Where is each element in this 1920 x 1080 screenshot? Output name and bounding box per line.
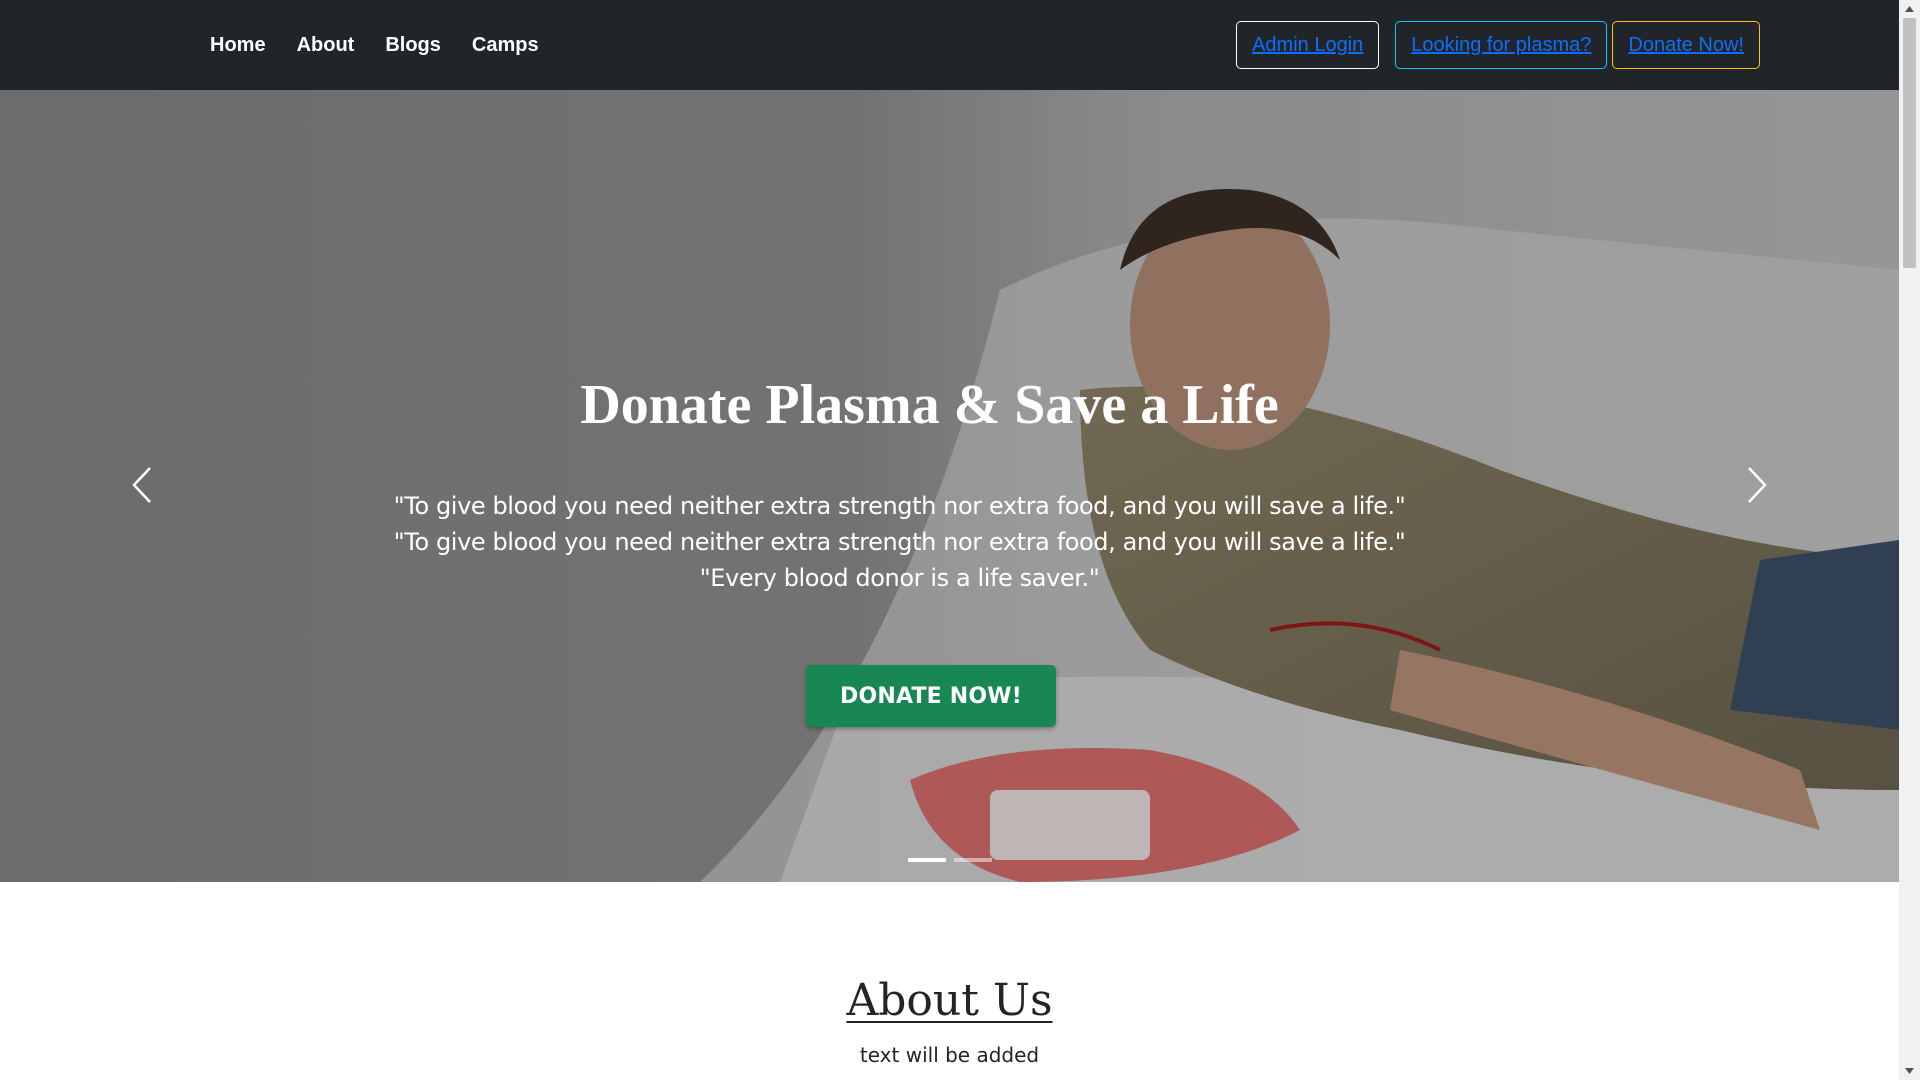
donate-now-nav-button[interactable]: Donate Now! bbox=[1612, 21, 1760, 69]
admin-login-button[interactable]: Admin Login bbox=[1236, 21, 1380, 69]
carousel-prev-button[interactable] bbox=[122, 460, 162, 510]
hero-quote: "Every blood donor is a life saver." bbox=[699, 564, 1100, 592]
vertical-scrollbar[interactable] bbox=[1899, 0, 1920, 1080]
scrollbar-thumb[interactable] bbox=[1903, 18, 1916, 268]
hero-quote: "To give blood you need neither extra st… bbox=[393, 528, 1406, 556]
carousel-indicator-2[interactable] bbox=[954, 858, 992, 862]
nav-link-blogs[interactable]: Blogs bbox=[385, 34, 441, 57]
carousel-indicator-1[interactable] bbox=[908, 858, 946, 862]
donate-now-cta-button[interactable]: DONATE NOW! bbox=[806, 665, 1056, 727]
nav-actions: Admin Login Looking for plasma? Donate N… bbox=[1236, 21, 1760, 69]
hero-carousel: Donate Plasma & Save a Life "To give blo… bbox=[0, 90, 1899, 882]
carousel-indicators bbox=[908, 858, 992, 862]
nav-link-home[interactable]: Home bbox=[210, 34, 266, 57]
nav-link-about[interactable]: About bbox=[297, 34, 355, 57]
nav-link-camps[interactable]: Camps bbox=[472, 34, 539, 57]
hero-quote: "To give blood you need neither extra st… bbox=[393, 492, 1406, 520]
chevron-left-icon bbox=[132, 467, 151, 503]
hero-title: Donate Plasma & Save a Life bbox=[580, 374, 1279, 436]
navbar: Home About Blogs Camps Admin Login Looki… bbox=[0, 0, 1899, 90]
about-us-text: text will be added bbox=[859, 1043, 1040, 1067]
chevron-right-icon bbox=[1748, 467, 1767, 503]
scroll-down-arrow-icon[interactable] bbox=[1899, 1062, 1920, 1080]
hero-quotes: "To give blood you need neither extra st… bbox=[0, 488, 1799, 596]
carousel-next-button[interactable] bbox=[1737, 460, 1777, 510]
about-us-heading: About Us bbox=[846, 975, 1053, 1026]
page: Home About Blogs Camps Admin Login Looki… bbox=[0, 0, 1899, 1080]
nav-links: Home About Blogs Camps bbox=[210, 0, 539, 90]
scroll-up-arrow-icon[interactable] bbox=[1899, 0, 1920, 18]
looking-for-plasma-button[interactable]: Looking for plasma? bbox=[1395, 21, 1608, 69]
hero-image bbox=[0, 90, 1899, 882]
